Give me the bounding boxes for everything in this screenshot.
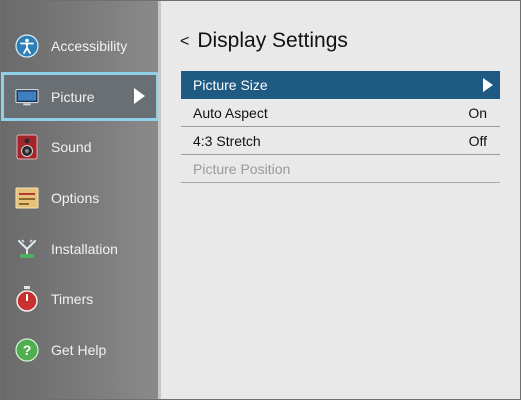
sidebar-item-installation[interactable]: Installation	[15, 231, 155, 267]
back-icon[interactable]: <	[180, 33, 189, 50]
menu-item-label: Picture Size	[193, 76, 268, 93]
options-icon	[15, 186, 39, 210]
sidebar-item-label: Picture	[51, 88, 95, 105]
sidebar-item-label: Sound	[51, 139, 92, 155]
speaker-icon	[15, 134, 39, 160]
menu-item-picture-size[interactable]: Picture Size	[181, 71, 500, 99]
svg-text:?: ?	[23, 342, 32, 358]
tv-icon	[15, 85, 39, 109]
settings-panel: < Display Settings Picture Size Auto Aspe…	[161, 1, 520, 399]
menu-item-label: 4:3 Stretch	[193, 132, 261, 149]
menu-item-picture-position: Picture Position	[181, 155, 500, 183]
menu-item-label: Picture Position	[193, 160, 291, 177]
menu-item-label: Auto Aspect	[193, 104, 268, 121]
menu-item-4-3-stretch[interactable]: 4:3 Stretch Off	[181, 127, 500, 155]
menu-item-auto-aspect[interactable]: Auto Aspect On	[181, 99, 500, 127]
accessibility-icon	[15, 34, 39, 58]
menu-item-value: On	[468, 104, 487, 121]
menu-item-value: Off	[468, 132, 487, 149]
chevron-right-icon	[134, 88, 145, 104]
sidebar-item-picture[interactable]: Picture	[1, 72, 159, 121]
stopwatch-icon	[15, 286, 39, 312]
sidebar-item-label: Options	[51, 190, 100, 206]
chevron-right-icon	[483, 77, 493, 92]
page-title: < Display Settings	[180, 29, 348, 53]
sidebar-item-get-help[interactable]: ? Get Help	[15, 332, 155, 368]
help-icon: ?	[15, 338, 39, 362]
page-title-text: Display Settings	[197, 29, 348, 52]
sidebar-item-label: Get Help	[51, 342, 107, 358]
sidebar-item-timers[interactable]: Timers	[15, 281, 155, 317]
antenna-icon	[15, 237, 39, 261]
sidebar-item-label: Installation	[51, 241, 118, 257]
sidebar-item-sound[interactable]: Sound	[15, 129, 155, 165]
sidebar-item-options[interactable]: Options	[15, 180, 155, 216]
sidebar-item-accessibility[interactable]: Accessibility	[15, 28, 155, 64]
sidebar: Accessibility Picture Sound Options Inst…	[1, 1, 159, 399]
sidebar-item-label: Accessibility	[51, 38, 128, 54]
sidebar-item-label: Timers	[51, 291, 94, 307]
